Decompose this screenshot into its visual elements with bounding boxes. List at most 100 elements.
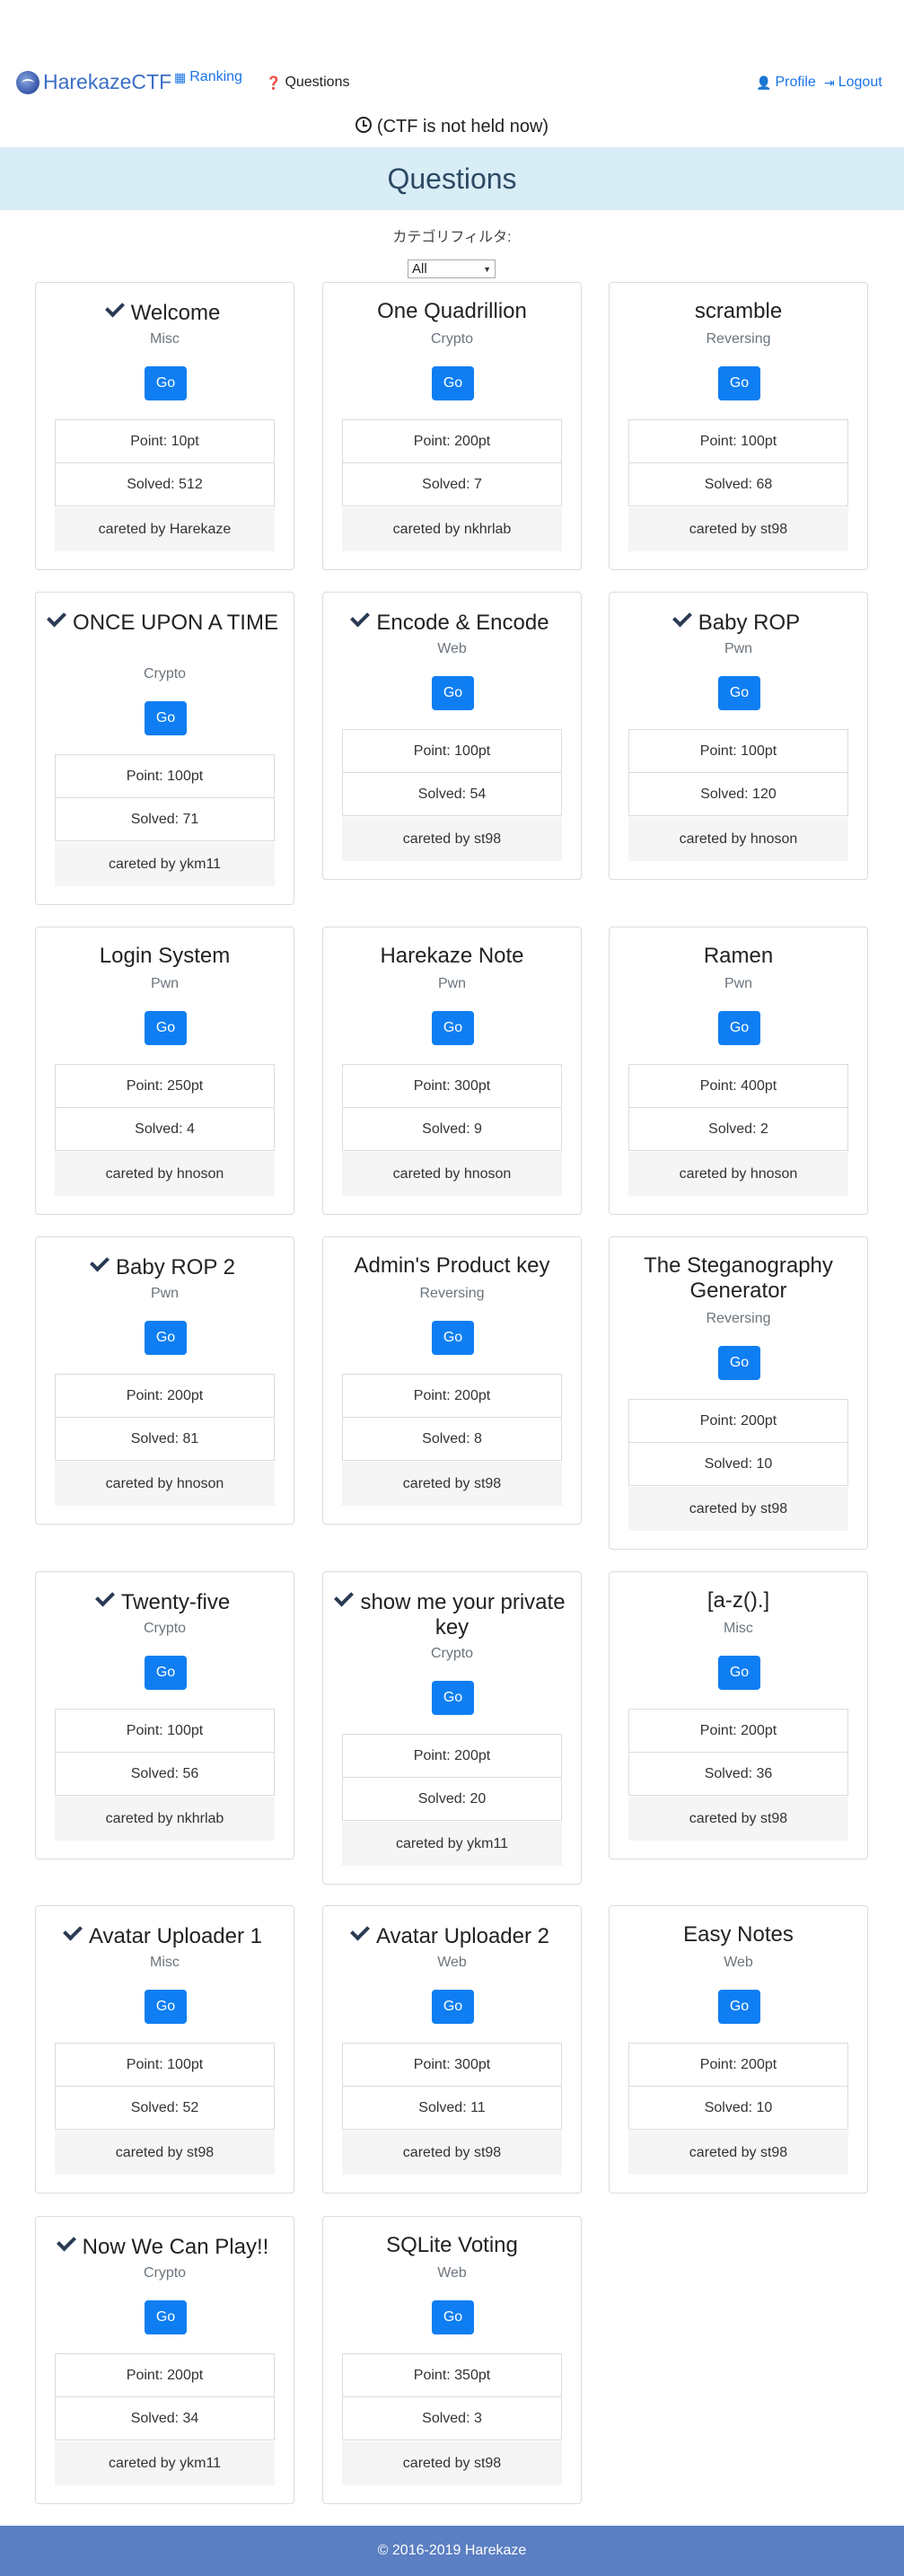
question-category: Web xyxy=(437,641,467,656)
brand-link[interactable]: HarekazeCTF xyxy=(16,70,171,94)
question-solved: Solved: 2 xyxy=(628,1107,848,1151)
question-author: careted by ykm11 xyxy=(342,1822,562,1866)
question-solved: Solved: 56 xyxy=(55,1752,275,1796)
question-author: careted by hnoson xyxy=(628,817,848,861)
question-point: Point: 100pt xyxy=(55,754,275,798)
question-point: Point: 350pt xyxy=(342,2353,562,2397)
go-button[interactable]: Go xyxy=(718,676,760,710)
question-card: One Quadrillion Crypto Go Point: 200pt Solve… xyxy=(322,282,582,570)
question-title-text: Avatar Uploader 2 xyxy=(375,1924,549,1948)
question-author: careted by st98 xyxy=(342,1462,562,1506)
go-button[interactable]: Go xyxy=(145,1011,187,1045)
question-category: Crypto xyxy=(143,1621,187,1636)
question-category: Crypto xyxy=(430,1646,474,1661)
go-button[interactable]: Go xyxy=(432,676,474,710)
question-author: careted by ykm11 xyxy=(55,2441,275,2485)
category-filter-value: All xyxy=(412,261,427,277)
question-title: Harekaze Note xyxy=(334,944,570,969)
question-category: Reversing xyxy=(706,1311,771,1326)
question-category: Misc xyxy=(150,1955,180,1970)
question-solved: Solved: 68 xyxy=(628,462,848,506)
question-title-text: Login System xyxy=(99,944,231,968)
category-filter-select[interactable]: All ▼ xyxy=(408,259,496,278)
question-point: Point: 100pt xyxy=(55,2043,275,2087)
question-author: careted by Harekaze xyxy=(55,507,275,551)
question-point: Point: 10pt xyxy=(55,419,275,463)
go-button[interactable]: Go xyxy=(145,366,187,400)
question-card: Welcome Misc Go Point: 10pt Solved: 512 caret… xyxy=(35,282,294,570)
go-button[interactable]: Go xyxy=(718,366,760,400)
page-footer: © 2016-2019 Harekaze xyxy=(0,2526,904,2576)
go-button[interactable]: Go xyxy=(432,1990,474,2024)
question-title-text: SQLite Voting xyxy=(386,2233,518,2257)
question-solved: Solved: 20 xyxy=(342,1777,562,1821)
question-title: Login System xyxy=(47,944,283,969)
nav-profile[interactable]: 👤 Profile xyxy=(756,75,816,91)
question-solved: Solved: 52 xyxy=(55,2086,275,2130)
question-category: Crypto xyxy=(143,2265,187,2281)
question-title: Avatar Uploader 2 xyxy=(334,1921,570,1949)
question-solved: Solved: 512 xyxy=(55,462,275,506)
question-point: Point: 200pt xyxy=(55,1374,275,1418)
dropdown-caret-icon: ▼ xyxy=(483,264,491,274)
nav-ranking[interactable]: ▦ Ranking xyxy=(174,69,242,85)
go-button[interactable]: Go xyxy=(432,2300,474,2334)
question-title-text: ONCE UPON A TIME xyxy=(73,611,278,635)
check-icon xyxy=(56,2231,76,2252)
question-category: Pwn xyxy=(724,641,753,656)
go-button[interactable]: Go xyxy=(145,2300,187,2334)
question-point: Point: 200pt xyxy=(342,1734,562,1778)
go-button[interactable]: Go xyxy=(145,701,187,735)
question-solved: Solved: 71 xyxy=(55,797,275,841)
question-author: careted by st98 xyxy=(628,2131,848,2175)
question-point: Point: 200pt xyxy=(628,1709,848,1753)
go-button[interactable]: Go xyxy=(718,1656,760,1690)
question-title: Twenty-five xyxy=(47,1587,283,1615)
question-author: careted by nkhrlab xyxy=(55,1797,275,1841)
nav-logout[interactable]: ⇥ Logout xyxy=(824,75,882,91)
question-card: ONCE UPON A TIME Crypto Go Point: 100pt Solv… xyxy=(35,592,294,905)
go-button[interactable]: Go xyxy=(718,1011,760,1045)
nav-questions-label: Questions xyxy=(285,75,350,90)
go-button[interactable]: Go xyxy=(145,1321,187,1355)
go-button[interactable]: Go xyxy=(718,1346,760,1380)
go-button[interactable]: Go xyxy=(718,1990,760,2024)
question-author: careted by nkhrlab xyxy=(342,507,562,551)
navbar: HarekazeCTF ▦ Ranking ❓ Questions 👤 Prof… xyxy=(0,66,904,106)
category-filter-label: カテゴリフィルタ: xyxy=(392,230,512,245)
clock-icon xyxy=(355,117,372,133)
go-button[interactable]: Go xyxy=(432,1011,474,1045)
question-category: Pwn xyxy=(437,976,467,991)
go-button[interactable]: Go xyxy=(145,1656,187,1690)
question-title: Welcome xyxy=(47,297,283,326)
question-solved: Solved: 8 xyxy=(342,1417,562,1461)
question-card: The Steganography Generator Reversing Go Po… xyxy=(609,1236,868,1550)
question-author: careted by st98 xyxy=(55,2131,275,2175)
question-card: SQLite Voting Web Go Point: 350pt Solved: 3c… xyxy=(322,2216,582,2504)
go-button[interactable]: Go xyxy=(432,1321,474,1355)
question-title-text: Harekaze Note xyxy=(380,944,524,968)
question-card: Now We Can Play!! Crypto Go Point: 200pt Sol… xyxy=(35,2216,294,2504)
question-card: Login System Pwn Go Point: 250pt Solved: 4 ca… xyxy=(35,927,294,1215)
question-card: Avatar Uploader 2 Web Go Point: 300pt Solved… xyxy=(322,1905,582,2194)
question-card: Baby ROP Pwn Go Point: 100pt Solved: 120 care… xyxy=(609,592,868,880)
question-title: scramble xyxy=(620,299,856,324)
page-title: Questions xyxy=(0,147,904,210)
check-icon xyxy=(90,1252,110,1272)
go-button[interactable]: Go xyxy=(145,1990,187,2024)
question-title: The Steganography Generator xyxy=(620,1253,856,1304)
question-title-text: One Quadrillion xyxy=(377,299,527,323)
question-title: Encode & Encode xyxy=(334,607,570,636)
question-category: Pwn xyxy=(724,976,753,991)
brand-name: HarekazeCTF xyxy=(43,70,172,93)
question-title-text: Easy Notes xyxy=(683,1922,794,1947)
question-card: Baby ROP 2 Pwn Go Point: 200pt Solved: 81 car… xyxy=(35,1236,294,1525)
question-author: careted by hnoson xyxy=(55,1152,275,1196)
nav-questions[interactable]: ❓ Questions xyxy=(266,75,349,91)
question-point: Point: 100pt xyxy=(628,419,848,463)
ctf-status: (CTF is not held now) xyxy=(0,117,904,137)
go-button[interactable]: Go xyxy=(432,1681,474,1715)
go-button[interactable]: Go xyxy=(432,366,474,400)
question-card: Ramen Pwn Go Point: 400pt Solved: 2 careted b… xyxy=(609,927,868,1215)
user-icon: 👤 xyxy=(756,75,772,90)
